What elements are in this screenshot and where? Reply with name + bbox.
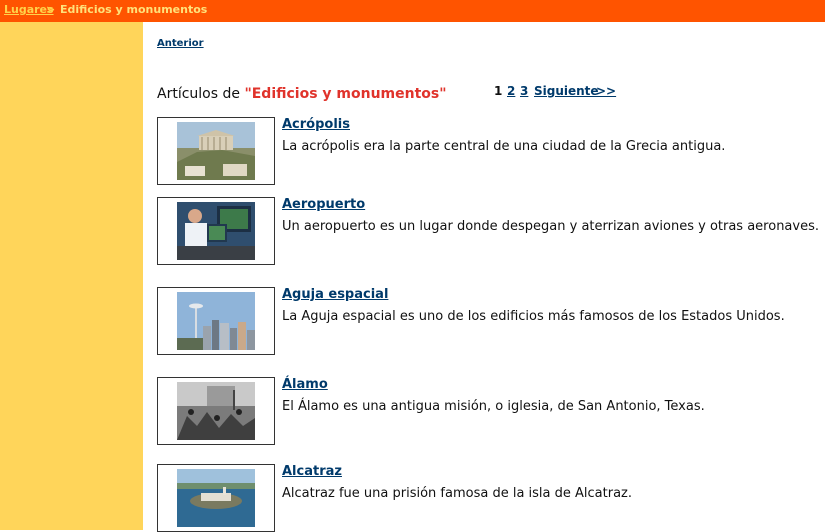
article-title-link[interactable]: Álamo <box>282 377 328 392</box>
heading-prefix: Artículos de <box>157 86 240 102</box>
breadcrumb-current: Edificios y monumentos <box>60 3 208 16</box>
page-3-link[interactable]: 3 <box>520 84 528 98</box>
breadcrumb-separator: > <box>46 3 56 16</box>
article-title-link[interactable]: Aeropuerto <box>282 197 365 212</box>
alamo-battle-illustration <box>177 382 255 440</box>
article-thumbnail[interactable] <box>157 287 275 355</box>
article-description: Un aeropuerto es un lugar donde despegan… <box>282 219 819 234</box>
alcatraz-island-photo <box>177 469 255 527</box>
article-thumbnail[interactable] <box>157 377 275 445</box>
article-thumbnail[interactable] <box>157 197 275 265</box>
page-2-link[interactable]: 2 <box>507 84 515 98</box>
sidebar <box>0 22 143 530</box>
page-current: 1 <box>494 84 503 98</box>
article-description: Alcatraz fue una prisión famosa de la is… <box>282 486 633 501</box>
last-page-link[interactable]: >> <box>596 84 616 98</box>
acropolis-photo <box>177 122 255 180</box>
article-description: El Álamo es una antigua misión, o iglesi… <box>282 399 705 414</box>
article-title-link[interactable]: Acrópolis <box>282 117 350 132</box>
heading-category: "Edificios y monumentos" <box>244 86 447 102</box>
breadcrumb-bar: Lugares > Edificios y monumentos <box>0 0 825 22</box>
article-thumbnail[interactable] <box>157 464 275 532</box>
article-thumbnail[interactable] <box>157 117 275 185</box>
next-page-link[interactable]: Siguiente <box>534 84 599 98</box>
article-title-link[interactable]: Aguja espacial <box>282 287 388 302</box>
article-title-link[interactable]: Alcatraz <box>282 464 342 479</box>
air-traffic-control-photo <box>177 202 255 260</box>
article-description: La acrópolis era la parte central de una… <box>282 139 726 154</box>
page-heading: Artículos de "Edificios y monumentos" <box>157 86 447 102</box>
previous-link[interactable]: Anterior <box>157 38 204 49</box>
article-description: La Aguja espacial es uno de los edificio… <box>282 309 785 324</box>
space-needle-photo <box>177 292 255 350</box>
